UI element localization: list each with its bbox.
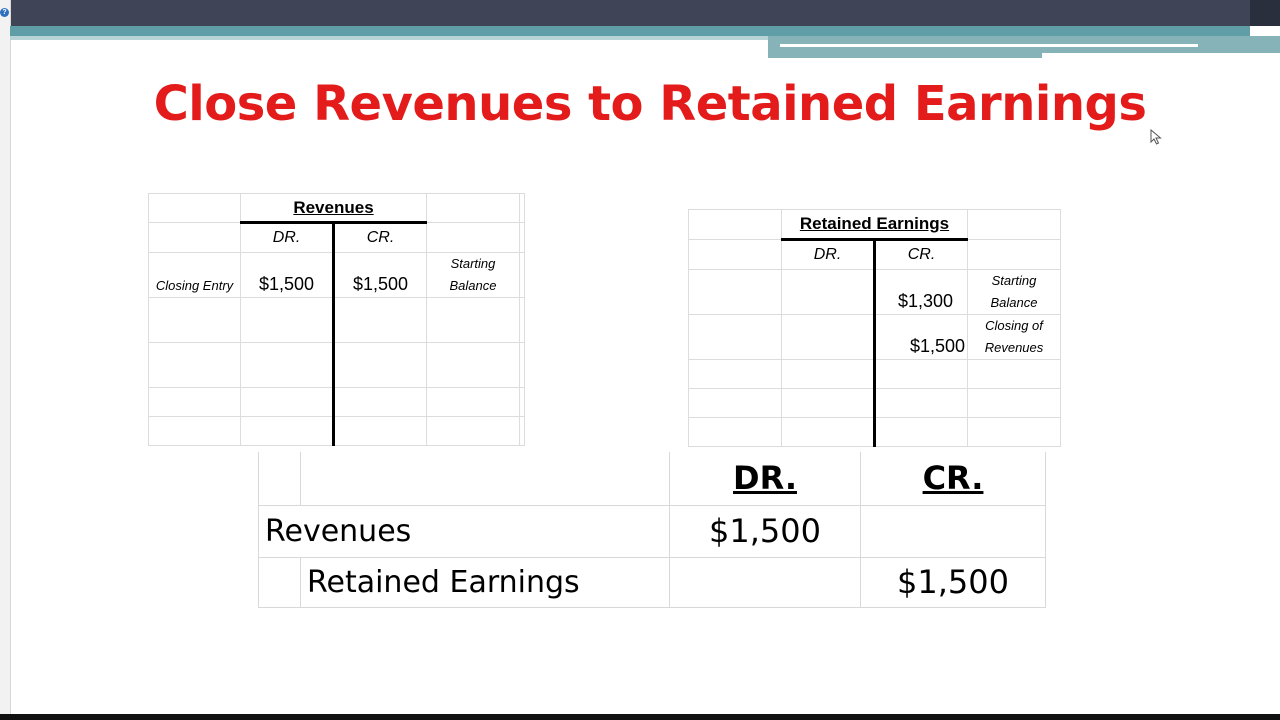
retained-earnings-note-line2: Balance xyxy=(990,295,1038,310)
retained-earnings-dr-header: DR. xyxy=(781,239,876,270)
revenues-row-label: Closing Entry xyxy=(148,252,241,298)
slide-title: Close Revenues to Retained Earnings xyxy=(153,76,1147,132)
retained-earnings-credit-amount: $1,500 xyxy=(874,314,968,360)
window-bottom-bar xyxy=(0,714,1280,720)
empty-cell xyxy=(148,222,241,253)
revenues-dr-header: DR. xyxy=(240,222,335,253)
empty-cell xyxy=(300,452,670,506)
mouse-pointer-icon xyxy=(1150,129,1162,145)
empty-cell xyxy=(258,452,301,506)
journal-credit-account: Retained Earnings xyxy=(300,556,670,608)
help-icon[interactable]: ? xyxy=(0,8,9,17)
retained-earnings-note-line1: Closing of xyxy=(985,318,1043,333)
revenues-credit-amount: $1,500 xyxy=(333,252,427,298)
revenues-note-line1: Starting xyxy=(450,256,496,271)
empty-cell xyxy=(519,222,525,253)
window-top-bar-corner xyxy=(1250,0,1280,26)
empty-cell xyxy=(426,222,520,253)
empty-cell xyxy=(519,193,525,223)
slide-header-rule-light xyxy=(10,36,768,40)
revenues-t-account: Revenues DR. CR. Closing Entry $1,500 $1… xyxy=(148,193,525,446)
retained-earnings-credit-amount: $1,300 xyxy=(874,269,968,315)
slide-header-rule xyxy=(10,26,1250,36)
journal-cr-header: CR. xyxy=(860,452,1046,506)
revenues-debit-amount: $1,500 xyxy=(240,252,335,298)
journal-debit-account: Revenues xyxy=(258,504,670,558)
retained-earnings-note: Starting Balance xyxy=(967,269,1061,315)
empty-cell xyxy=(148,193,241,223)
revenues-note-line2: Balance xyxy=(449,278,497,293)
revenues-cr-header: CR. xyxy=(333,222,427,253)
empty-cell xyxy=(519,252,525,298)
empty-cell xyxy=(258,556,301,608)
journal-dr-header: DR. xyxy=(669,452,861,506)
slide-header-rule-gap xyxy=(1042,53,1280,58)
empty-cell xyxy=(967,239,1061,270)
empty-cell xyxy=(426,193,520,223)
empty-cell xyxy=(669,556,861,608)
empty-cell xyxy=(860,504,1046,558)
empty-cell xyxy=(967,209,1061,240)
retained-earnings-note-line1: Starting xyxy=(991,273,1037,288)
window-top-bar xyxy=(0,0,1280,26)
empty-cell xyxy=(688,209,782,240)
retained-earnings-t-account: Retained Earnings DR. CR. $1,300 Startin… xyxy=(688,209,1061,447)
retained-earnings-note: Closing of Revenues xyxy=(967,314,1061,360)
left-rail: ? xyxy=(0,0,11,720)
journal-entry-table: DR. CR. Revenues $1,500 Retained Earning… xyxy=(258,452,1046,608)
revenues-account-title: Revenues xyxy=(240,193,427,224)
journal-debit-amount: $1,500 xyxy=(669,504,861,558)
retained-earnings-note-line2: Revenues xyxy=(984,340,1044,355)
empty-cell xyxy=(688,239,782,270)
journal-credit-amount: $1,500 xyxy=(860,556,1046,608)
retained-earnings-account-title: Retained Earnings xyxy=(781,209,968,241)
revenues-note: Starting Balance xyxy=(426,252,520,298)
retained-earnings-cr-header: CR. xyxy=(874,239,968,270)
slide-header-rule-stripe xyxy=(780,44,1198,47)
